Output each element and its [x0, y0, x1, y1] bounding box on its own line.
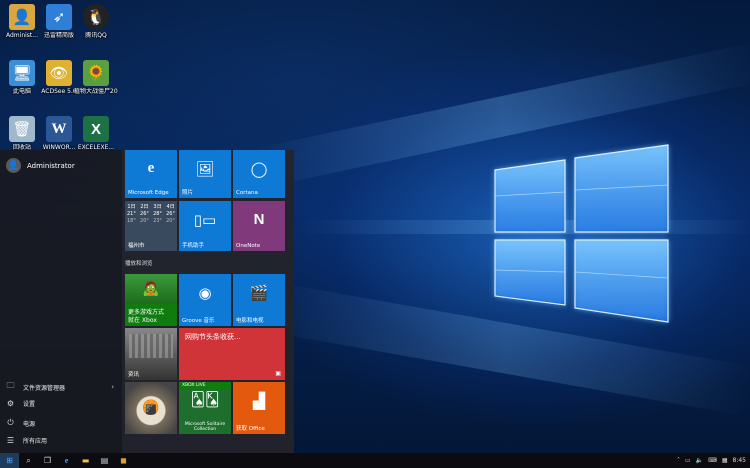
- solitaire-icon: 🂡🂮: [190, 392, 220, 408]
- windows-start-icon[interactable]: ⊞: [0, 453, 19, 468]
- movies-icon: 🎬: [249, 284, 269, 302]
- weather-city: 福州市: [128, 243, 145, 249]
- cortana-icon: ◯: [250, 160, 268, 178]
- gear-icon: ⚙: [6, 399, 15, 408]
- word-icon: W: [46, 116, 72, 142]
- section-title-play-explore: 播放和浏览: [125, 261, 153, 267]
- qq-penguin-icon: 🐧: [83, 4, 109, 30]
- weather-day: 3日 28° 23°: [153, 204, 162, 224]
- weather-day: 1日 21° 18°: [127, 204, 136, 224]
- tile-photos[interactable]: 🖼 照片: [179, 150, 231, 198]
- app-icon[interactable]: ◼: [114, 453, 133, 468]
- folder-icon: 🗀: [6, 381, 15, 390]
- news-badge-icon: ▣: [275, 370, 281, 377]
- tile-phone-companion[interactable]: ▯▭ 手机助手: [179, 201, 231, 251]
- chevron-up-icon[interactable]: ˄: [677, 457, 680, 464]
- avatar: 👤: [6, 158, 21, 173]
- onenote-icon: N: [253, 211, 265, 228]
- tile-news[interactable]: 资讯: [125, 328, 177, 380]
- tile-cortana[interactable]: ◯ Cortana: [233, 150, 285, 198]
- xbox-live-badge: XBOX LIVE: [179, 382, 231, 390]
- tile-movies-tv[interactable]: 🎬 电影和电视: [233, 274, 285, 326]
- chevron-right-icon[interactable]: ›: [111, 383, 114, 391]
- edge-icon: e: [147, 160, 155, 176]
- user-folder-icon: 👤: [9, 4, 35, 30]
- start-menu-tiles-pane: e Microsoft Edge 🖼 照片 ◯ Cortana 1日 21° 18°…: [122, 150, 294, 453]
- edge-icon[interactable]: e: [57, 453, 76, 468]
- task-view-icon[interactable]: ❐: [38, 453, 57, 468]
- start-item-file-explorer[interactable]: 🗀 文件资源管理器 ›: [6, 380, 115, 394]
- computer-icon: 🖥: [9, 60, 35, 86]
- acdsee-eye-icon: 👁: [46, 60, 72, 86]
- tile-solitaire[interactable]: XBOX LIVE 🂡🂮 Microsoft Solitaire Collect…: [179, 382, 231, 434]
- groove-icon: ◉: [198, 284, 212, 302]
- user-name: Administrator: [27, 161, 75, 170]
- start-item-settings[interactable]: ⚙ 设置: [6, 399, 114, 408]
- store-icon[interactable]: ▤: [95, 453, 114, 468]
- tile-weather[interactable]: 1日 21° 18° 2日 26° 20° 3日 28° 23° 4日 26° 20° 福州市: [125, 201, 177, 251]
- news-image: [129, 334, 173, 358]
- desktop-icon-excel[interactable]: X EXCELEXE...: [74, 116, 118, 151]
- xbox-game-icon: 🧟: [125, 274, 177, 304]
- office-icon: ▟: [253, 393, 265, 410]
- search-icon[interactable]: ⌕: [19, 453, 38, 468]
- excel-icon: X: [83, 116, 109, 142]
- tile-microsoft-edge[interactable]: e Microsoft Edge: [125, 150, 177, 198]
- network-icon[interactable]: ▭: [685, 457, 691, 464]
- system-tray: ˄ ▭ 🔈 ⌨ ▦ 8:45: [677, 453, 746, 468]
- tile-xbox[interactable]: 🧟 更多游戏方式 就在 Xbox: [125, 274, 177, 326]
- tile-store-image[interactable]: 🍘: [125, 382, 177, 434]
- all-apps-icon: ☰: [6, 436, 15, 445]
- start-item-power[interactable]: ⏻ 电源: [6, 418, 114, 428]
- volume-icon[interactable]: 🔈: [696, 457, 703, 464]
- phone-companion-icon: ▯▭: [193, 211, 217, 229]
- recycle-bin-icon: 🗑: [9, 116, 35, 142]
- clock[interactable]: 8:45: [733, 457, 746, 464]
- desktop-icon-qq[interactable]: 🐧 腾讯QQ: [74, 4, 118, 39]
- tile-onenote[interactable]: N OneNote: [233, 201, 285, 251]
- news-headline-icon: 网购节头条收获...: [185, 333, 241, 341]
- pvz-plant-icon: 🌻: [83, 60, 109, 86]
- photos-icon: 🖼: [195, 160, 215, 178]
- tile-groove-music[interactable]: ◉ Groove 音乐: [179, 274, 231, 326]
- start-item-all-apps[interactable]: ☰ 所有应用: [6, 436, 114, 445]
- tile-news-headline[interactable]: 网购节头条收获... ▣: [179, 328, 285, 380]
- solitaire-label: Microsoft Solitaire Collection: [184, 422, 226, 432]
- input-method-icon[interactable]: ▦: [722, 457, 728, 464]
- desktop-icon-pvz[interactable]: 🌻 植物大战僵尸2010年...: [74, 60, 118, 95]
- start-menu-left-pane: 👤 Administrator 🗀 文件资源管理器 › ⚙ 设置 ⏻ 电源 ☰ …: [0, 150, 122, 453]
- thunder-bird-icon: ➶: [46, 4, 72, 30]
- store-image-icon: 🍘: [125, 382, 177, 434]
- power-icon: ⏻: [7, 418, 14, 427]
- keyboard-icon[interactable]: ⌨: [708, 457, 717, 464]
- taskbar: ⊞ ⌕ ❐ e ▬ ▤ ◼ ˄ ▭ 🔈 ⌨ ▦ 8:45: [0, 453, 750, 468]
- user-account-button[interactable]: 👤 Administrator: [6, 158, 75, 173]
- tile-get-office[interactable]: ▟ 获取 Office: [233, 382, 285, 434]
- weather-forecast: 1日 21° 18° 2日 26° 20° 3日 28° 23° 4日 26° 20°: [127, 204, 175, 225]
- file-explorer-icon[interactable]: ▬: [76, 453, 95, 468]
- weather-day: 4日 26° 20°: [166, 204, 175, 224]
- weather-day: 2日 26° 20°: [140, 204, 149, 224]
